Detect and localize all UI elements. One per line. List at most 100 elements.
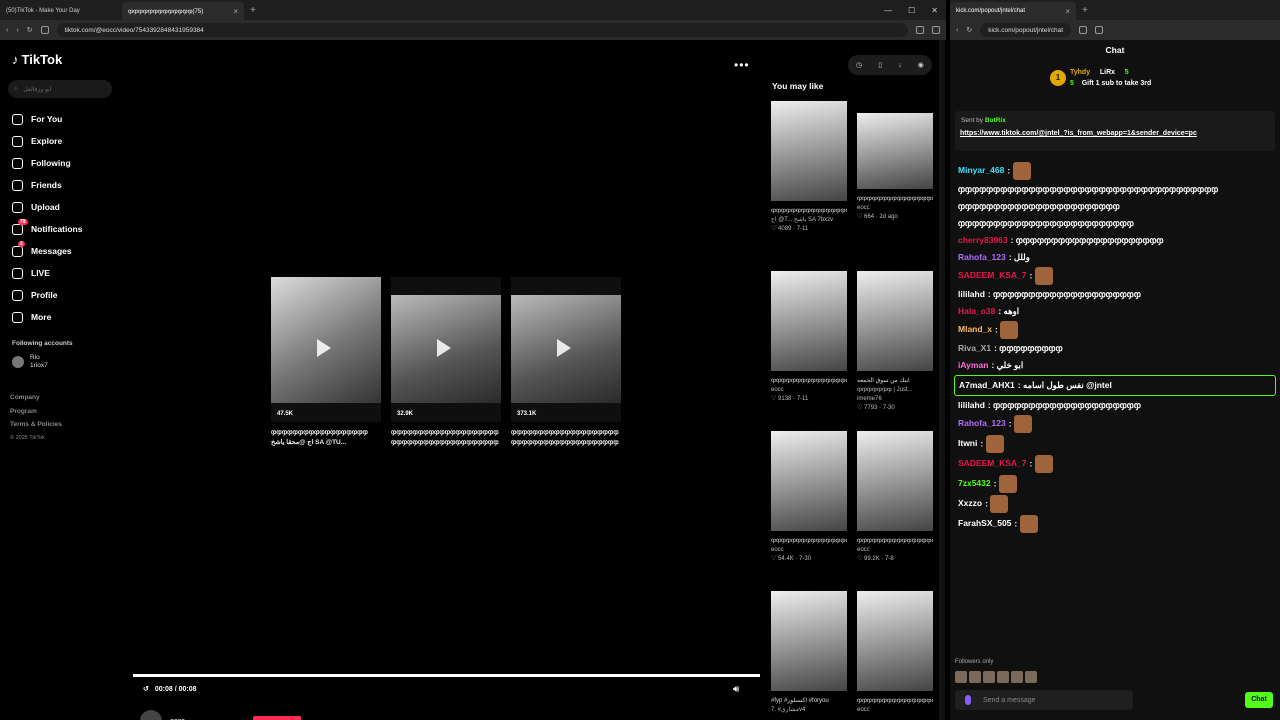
sidebar-item-following[interactable]: Following bbox=[12, 152, 122, 174]
sidebar-item-upload[interactable]: Upload bbox=[12, 196, 122, 218]
sidebar-item-messages[interactable]: 2 Messages bbox=[12, 240, 122, 262]
reload-icon[interactable]: ↻ bbox=[966, 26, 972, 34]
sidebar-item-profile[interactable]: Profile bbox=[12, 284, 122, 306]
suggested-video[interactable]: ابيك من سوق الجمعه ჶჶჶჶჶჶჶ | Just... imem… bbox=[857, 271, 933, 413]
emote[interactable] bbox=[997, 671, 1009, 683]
menu-icon[interactable] bbox=[1095, 26, 1104, 34]
new-tab-button[interactable]: + bbox=[1076, 5, 1094, 16]
gift-cta[interactable]: Gift 1 sub to take 3rd bbox=[1082, 80, 1152, 87]
suggested-video[interactable]: ჶჶჶჶჶჶჶჶჶჶჶჶჶჶჶჶ eocc ♡ 54.4K · 7-30 bbox=[771, 431, 847, 564]
video-thumbnail[interactable]: 47.5K bbox=[271, 277, 381, 422]
chat-username[interactable]: Minyar_468 bbox=[958, 165, 1004, 175]
emote[interactable] bbox=[969, 671, 981, 683]
chat-username[interactable]: lililahd bbox=[958, 400, 985, 410]
emote[interactable] bbox=[1011, 671, 1023, 683]
video-thumbnail[interactable]: 373.1K bbox=[511, 277, 621, 422]
suggested-video[interactable]: ჶჶჶჶჶჶჶჶჶჶჶჶჶჶჶჶ eocc ♡ 664 · 2d ago bbox=[857, 101, 933, 222]
suggested-thumbnail[interactable] bbox=[771, 271, 847, 371]
chat-send-button[interactable]: Chat bbox=[1245, 692, 1273, 708]
chat-username[interactable]: lililahd bbox=[958, 289, 985, 299]
bookmark-icon[interactable] bbox=[40, 26, 49, 34]
tab-kick-chat[interactable]: kick.com/popout/jntel/chat × bbox=[950, 2, 1076, 20]
emote[interactable] bbox=[1025, 671, 1037, 683]
minimize-icon[interactable]: — bbox=[884, 6, 892, 15]
footer-terms-link[interactable]: Terms & Policies bbox=[10, 418, 62, 432]
maximize-icon[interactable]: ☐ bbox=[908, 6, 915, 15]
menu-icon[interactable] bbox=[932, 26, 940, 34]
sidebar-item-more[interactable]: More bbox=[12, 306, 122, 328]
url-field[interactable]: tiktok.com/@eocc/video/75433928484319593… bbox=[56, 23, 908, 37]
pinned-link[interactable]: https://www.tiktok.com/@jntel_?is_from_w… bbox=[960, 130, 1197, 137]
play-icon[interactable] bbox=[437, 339, 451, 357]
download-icon[interactable]: ↓ bbox=[898, 62, 902, 69]
sidebar-item-explore[interactable]: Explore bbox=[12, 130, 122, 152]
sidebar-item-for-you[interactable]: For You bbox=[12, 108, 122, 130]
chat-username[interactable]: cherry83963 bbox=[958, 235, 1008, 245]
emote[interactable] bbox=[955, 671, 967, 683]
video-progress-bar[interactable] bbox=[133, 674, 760, 677]
chat-username[interactable]: SADEEM_KSA_7 bbox=[958, 270, 1027, 280]
play-icon[interactable] bbox=[317, 339, 331, 357]
suggested-video[interactable]: ჶჶჶჶჶჶჶჶჶჶჶჶჶჶჶჶ eocc ♡ 99.2K · 7-8 bbox=[857, 431, 933, 564]
sidebar-item-friends[interactable]: Friends bbox=[12, 174, 122, 196]
tab-tiktok-home[interactable]: (50)TikTok - Make Your Day bbox=[0, 2, 122, 20]
suggested-thumbnail[interactable] bbox=[771, 431, 847, 531]
search-input[interactable]: ⌕ ابو وزقالقل bbox=[8, 80, 112, 98]
chat-username[interactable]: FarahSX_505 bbox=[958, 518, 1011, 528]
play-icon[interactable] bbox=[557, 339, 571, 357]
suggested-video[interactable]: ჶჶჶჶჶჶჶჶჶჶჶჶჶჶჶჶ اج @T... ياشخ SA 7bxzv ♡ … bbox=[771, 101, 847, 234]
footer-company-link[interactable]: Company bbox=[10, 391, 62, 405]
follow-button[interactable] bbox=[252, 716, 301, 720]
more-options-icon[interactable]: ••• bbox=[734, 58, 750, 72]
chat-username[interactable]: Hala_o38 bbox=[958, 306, 995, 316]
new-tab-button[interactable]: + bbox=[244, 5, 262, 16]
suggested-video[interactable]: ჶჶჶჶჶჶჶჶჶჶჶჶჶჶჶჶ eocc ♡ 9138 · 7-11 bbox=[771, 271, 847, 404]
tiktok-logo[interactable]: ♪ TikTok bbox=[12, 52, 62, 67]
chat-username[interactable]: 7zx5432 bbox=[958, 478, 991, 488]
forward-icon[interactable]: › bbox=[16, 27, 18, 34]
sidebar-item-live[interactable]: LIVE bbox=[12, 262, 122, 284]
emote[interactable] bbox=[983, 671, 995, 683]
footer-program-link[interactable]: Program bbox=[10, 405, 62, 419]
settings-icon[interactable]: ◉ bbox=[918, 61, 924, 69]
creator-avatar[interactable] bbox=[140, 710, 162, 720]
chat-username[interactable]: Rahofa_123 bbox=[958, 252, 1006, 262]
extension-icon[interactable] bbox=[1079, 26, 1088, 34]
video-title[interactable]: ჶჶჶჶჶჶჶჶჶჶჶჶჶჶჶჶჶჶჶჶ ჶჶჶჶჶჶჶჶჶჶჶჶჶჶჶჶჶჶჶჶ bbox=[511, 428, 621, 448]
suggested-video[interactable]: #fyp #اكسبلور #foryou مشاري# .7v4 bbox=[771, 591, 847, 715]
chat-username[interactable]: Rahofa_123 bbox=[958, 418, 1006, 428]
suggested-thumbnail[interactable] bbox=[771, 591, 847, 691]
suggested-thumbnail[interactable] bbox=[857, 591, 933, 691]
chat-username[interactable]: Riva_X1 bbox=[958, 343, 991, 353]
following-account[interactable]: Rio 1riox7 bbox=[12, 354, 48, 370]
url-field[interactable]: kick.com/popout/jntel/chat bbox=[980, 23, 1072, 37]
video-card[interactable]: 32.9K ჶჶჶჶჶჶჶჶჶჶჶჶჶჶჶჶჶჶჶჶ ჶჶჶჶჶჶჶჶჶჶჶჶჶჶჶ… bbox=[391, 277, 501, 448]
replay-icon[interactable]: ↺ bbox=[143, 685, 149, 693]
video-thumbnail[interactable]: 32.9K bbox=[391, 277, 501, 422]
chat-username[interactable]: Itwni bbox=[958, 438, 977, 448]
suggested-thumbnail[interactable] bbox=[771, 101, 847, 201]
chat-input[interactable]: Send a message bbox=[955, 690, 1133, 710]
volume-icon[interactable]: 🔊︎ bbox=[733, 684, 739, 695]
page-scrollbar[interactable] bbox=[939, 40, 945, 720]
chat-username[interactable]: SADEEM_KSA_7 bbox=[958, 458, 1027, 468]
chat-username[interactable]: Mland_x bbox=[958, 324, 992, 334]
back-icon[interactable]: ‹ bbox=[956, 27, 958, 34]
reload-icon[interactable]: ↻ bbox=[27, 26, 33, 34]
suggested-thumbnail[interactable] bbox=[857, 271, 933, 371]
video-title[interactable]: ჶჶჶჶჶჶჶჶჶჶჶჶჶჶჶჶჶჶჶჶ ჶჶჶჶჶჶჶჶჶჶჶჶჶჶჶჶჶჶჶჶ bbox=[391, 428, 501, 448]
close-tab-icon[interactable]: × bbox=[233, 7, 238, 16]
mic-icon[interactable] bbox=[965, 695, 971, 705]
chat-username[interactable]: A7mad_AHX1 bbox=[959, 380, 1015, 390]
suggested-thumbnail[interactable] bbox=[857, 113, 933, 189]
close-tab-icon[interactable]: × bbox=[1065, 7, 1070, 16]
chat-username[interactable]: iAyman bbox=[958, 360, 988, 370]
video-card[interactable]: 47.5K ჶჶჶჶჶჶჶჶჶჶჶჶჶჶჶჶჶჶ اج @محقا ياشخ SA … bbox=[271, 277, 381, 448]
close-window-icon[interactable]: ✕ bbox=[931, 6, 938, 15]
tab-tiktok-video[interactable]: ჶჶჶჶჶჶჶჶჶჶჶჶჶ(75) × bbox=[122, 2, 244, 20]
back-icon[interactable]: ‹ bbox=[6, 27, 8, 34]
sidebar-item-notifications[interactable]: 78 Notifications bbox=[12, 218, 122, 240]
chat-username[interactable]: Xxzzo bbox=[958, 498, 982, 508]
suggested-thumbnail[interactable] bbox=[857, 431, 933, 531]
extension-icon[interactable] bbox=[916, 26, 924, 34]
